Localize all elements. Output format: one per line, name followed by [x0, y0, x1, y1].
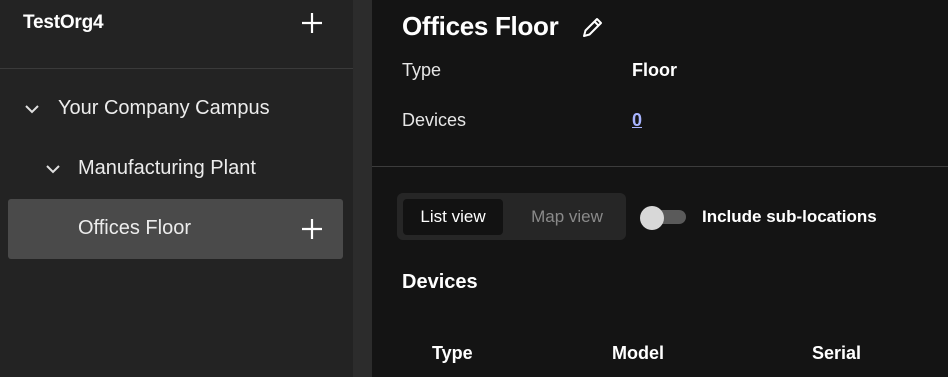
- add-sublocation-button[interactable]: [298, 215, 326, 243]
- page-title: Offices Floor: [402, 11, 559, 41]
- tree-item-offices-floor[interactable]: Offices Floor: [8, 199, 343, 259]
- plus-icon: [302, 13, 322, 33]
- chevron-down-icon[interactable]: [24, 101, 40, 117]
- column-header-type[interactable]: Type: [432, 343, 473, 364]
- list-view-button[interactable]: List view: [403, 199, 503, 235]
- devices-count-container: 0: [632, 110, 642, 131]
- chevron-down-icon[interactable]: [45, 161, 61, 177]
- plus-icon: [302, 219, 322, 239]
- sidebar-resize-handle[interactable]: [353, 0, 372, 377]
- location-sidebar: TestOrg4 Your Company Campus Manufacturi…: [0, 0, 353, 377]
- view-toggle: List view Map view: [397, 193, 626, 240]
- tree-item-your-company-campus[interactable]: Your Company Campus: [8, 80, 343, 138]
- devices-section-title: Devices: [402, 271, 478, 293]
- devices-label: Devices: [402, 110, 467, 130]
- tree-item-label: Your Company Campus: [58, 97, 270, 119]
- map-view-button[interactable]: Map view: [517, 199, 617, 235]
- include-sublocations-label: Include sub-locations: [702, 207, 877, 226]
- edit-title-button[interactable]: [580, 14, 606, 40]
- tree-item-label: Manufacturing Plant: [78, 157, 256, 179]
- toggle-thumb: [640, 206, 664, 230]
- location-details: Offices Floor Type Floor Devices 0 List …: [372, 0, 948, 377]
- org-header: TestOrg4: [0, 0, 353, 69]
- include-sublocations-toggle[interactable]: [640, 206, 688, 230]
- section-divider: [372, 166, 948, 167]
- type-value: Floor: [632, 60, 677, 80]
- tree-item-manufacturing-plant[interactable]: Manufacturing Plant: [8, 140, 343, 198]
- pencil-icon: [583, 18, 602, 37]
- app-root: TestOrg4 Your Company Campus Manufacturi…: [0, 0, 948, 377]
- column-header-serial[interactable]: Serial: [812, 343, 861, 364]
- tree-item-label: Offices Floor: [78, 217, 191, 239]
- type-label: Type: [402, 60, 442, 80]
- org-name: TestOrg4: [23, 12, 104, 33]
- column-header-model[interactable]: Model: [612, 343, 664, 364]
- add-location-button[interactable]: [298, 9, 326, 37]
- devices-count-link[interactable]: 0: [632, 110, 642, 130]
